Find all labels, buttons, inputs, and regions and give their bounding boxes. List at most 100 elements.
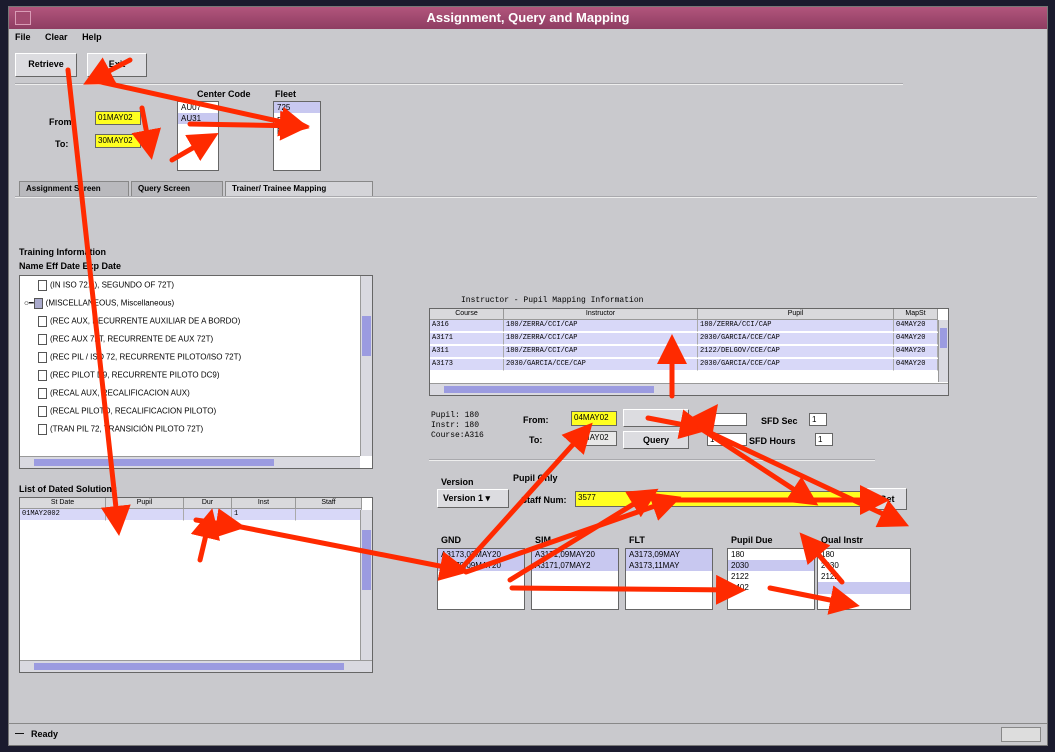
table-cell[interactable]: 01MAY2002 — [20, 509, 106, 521]
query-button[interactable]: Query — [623, 431, 689, 449]
tree-item[interactable]: (RECAL AUX, RECALIFICACION AUX) — [38, 388, 190, 399]
tree-item[interactable]: (REC PILOT D9, RECURRENTE PILOTO DC9) — [38, 370, 220, 381]
list-item[interactable]: A3173,09MAY — [626, 549, 712, 560]
list-item[interactable]: 2030 — [728, 560, 814, 571]
exit-button[interactable]: Exit — [87, 53, 147, 77]
gnd-list[interactable]: A3173,03MAY20 A3170,09MAY20 — [437, 548, 525, 610]
mapping-hscrollbar[interactable] — [430, 383, 948, 395]
qual-instr-list[interactable]: 180 2030 2122 — [817, 548, 911, 610]
course-info: Course:A316 — [431, 431, 484, 440]
detail-to-field[interactable]: 04MAY02 — [571, 431, 617, 446]
table-cell[interactable] — [184, 509, 232, 521]
column-header[interactable]: Inst — [232, 498, 296, 509]
column-header[interactable]: Staff — [296, 498, 362, 509]
staff-num-field[interactable]: 3577 — [575, 491, 865, 507]
mapping-cell[interactable]: 2122/DELGOV/CCE/CAP — [698, 346, 894, 358]
status-text: Ready — [31, 729, 59, 739]
tree-item[interactable]: ○━ (MISCELLANEOUS, Miscellaneous) — [24, 298, 174, 309]
from-date-field[interactable]: 01MAY02 — [95, 111, 141, 125]
mapping-cell[interactable]: A316 — [430, 320, 504, 332]
mapping-cell[interactable]: 180/ZERRA/CCI/CAP — [504, 346, 698, 358]
column-header[interactable]: Dur — [184, 498, 232, 509]
menu-file[interactable]: File — [9, 29, 37, 45]
list-item[interactable]: A3171,09MAY20 — [532, 549, 618, 560]
list-item[interactable]: 180 — [818, 549, 910, 560]
table-cell[interactable]: 1 — [232, 509, 296, 521]
center-code-item[interactable]: AU07 — [178, 102, 218, 113]
mapping-cell[interactable]: 04MAY20 — [894, 320, 938, 332]
blank-button[interactable] — [623, 409, 689, 427]
small-field[interactable]: 1 — [707, 413, 747, 426]
mapping-cell[interactable]: 2030/GARCIA/CCE/CAP — [698, 359, 894, 371]
tab-assignment[interactable]: Assignment Screen — [19, 181, 129, 197]
center-code-list[interactable]: AU07 AU31 — [177, 101, 219, 171]
mapping-cell[interactable]: A3171 — [430, 333, 504, 345]
dated-solutions-table[interactable]: St Date Pupil Dur Inst Staff 01MAY2002 1 — [19, 497, 373, 673]
menu-clear[interactable]: Clear — [39, 29, 74, 45]
tree-vscrollbar[interactable] — [360, 276, 372, 456]
center-code-item[interactable]: AU31 — [178, 113, 218, 124]
list-item[interactable]: 2122 — [728, 571, 814, 582]
list-item[interactable]: A3170,09MAY20 — [438, 560, 524, 571]
get-button[interactable]: Get — [867, 488, 907, 510]
dated-hscrollbar[interactable] — [20, 660, 372, 672]
column-header[interactable]: Course — [430, 309, 504, 320]
training-tree[interactable]: (IN ISO 72...), SEGUNDO OF 72T) ○━ (MISCE… — [19, 275, 373, 469]
tree-item[interactable]: (REC PIL / ISO 72, RECURRENTE PILOTO/ISO… — [38, 352, 241, 363]
table-cell[interactable] — [296, 509, 362, 521]
list-item[interactable]: 2402 — [728, 582, 814, 593]
menu-help[interactable]: Help — [76, 29, 108, 45]
column-header[interactable]: St Date — [20, 498, 106, 509]
dated-vscrollbar[interactable] — [360, 510, 372, 660]
fleet-item[interactable]: 725 — [274, 102, 320, 113]
tree-item[interactable]: (TRAN PIL 72, TRANSICIÓN PILOTO 72T) — [38, 424, 203, 435]
retrieve-button[interactable]: Retrieve — [15, 53, 77, 77]
tab-query[interactable]: Query Screen — [131, 181, 223, 197]
tree-item[interactable]: (REC AUX, RECURRENTE AUXILIAR DE A BORDO… — [38, 316, 240, 327]
mapping-cell[interactable]: A3173 — [430, 359, 504, 371]
fleet-item[interactable]: D95 — [274, 126, 320, 137]
table-cell[interactable] — [106, 509, 184, 521]
list-item[interactable] — [818, 582, 910, 594]
column-header[interactable]: MapSt — [894, 309, 938, 320]
to-date-field[interactable]: 30MAY02 — [95, 134, 141, 148]
main-window: Assignment, Query and Mapping File Clear… — [8, 6, 1048, 746]
mapping-vscrollbar[interactable] — [938, 320, 948, 382]
column-header[interactable]: Instructor — [504, 309, 698, 320]
sim-list[interactable]: A3171,09MAY20 A3171,07MAY2 — [531, 548, 619, 610]
detail-from-field[interactable]: 04MAY02 — [571, 411, 617, 426]
sfd-sec-field[interactable]: 1 — [809, 413, 827, 426]
version-select[interactable]: Version 1 ▾ — [437, 489, 509, 508]
list-item[interactable]: A3173,11MAY — [626, 560, 712, 571]
tab-mapping[interactable]: Trainer/ Trainee Mapping — [225, 181, 373, 197]
tree-item[interactable]: (IN ISO 72...), SEGUNDO OF 72T) — [38, 280, 174, 291]
mapping-cell[interactable]: A311 — [430, 346, 504, 358]
list-item[interactable]: 2030 — [818, 560, 910, 571]
list-item[interactable]: A3173,03MAY20 — [438, 549, 524, 560]
tree-item[interactable]: (RECAL PILOTO, RECALIFICACION PILOTO) — [38, 406, 216, 417]
tree-hscrollbar[interactable] — [20, 456, 360, 468]
column-header[interactable]: Pupil — [106, 498, 184, 509]
list-item[interactable]: 2122 — [818, 571, 910, 582]
pupil-due-list[interactable]: 180 2030 2122 2402 — [727, 548, 815, 610]
mapping-cell[interactable]: 180/ZERRA/CCI/CAP — [504, 320, 698, 332]
mapping-table[interactable]: Course Instructor Pupil MapSt A316 180/ZE… — [429, 308, 949, 396]
mapping-cell[interactable]: 04MAY20 — [894, 333, 938, 345]
mapping-cell[interactable]: 180/ZERRA/CCI/CAP — [504, 333, 698, 345]
fleet-item[interactable]: D03 — [274, 115, 320, 126]
mapping-cell[interactable]: 2030/GARCIA/CCE/CAP — [698, 333, 894, 345]
list-item[interactable]: 180 — [728, 549, 814, 560]
column-header[interactable]: Pupil — [698, 309, 894, 320]
menu-bar: File Clear Help — [9, 29, 1047, 47]
list-item[interactable]: A3171,07MAY2 — [532, 560, 618, 571]
sfd-hours-field[interactable]: 1 — [815, 433, 833, 446]
flt-list[interactable]: A3173,09MAY A3173,11MAY — [625, 548, 713, 610]
mapping-cell[interactable]: 04MAY20 — [894, 359, 938, 371]
mapping-cell[interactable]: 180/ZERRA/CCI/CAP — [698, 320, 894, 332]
mapping-cell[interactable]: 04MAY20 — [894, 346, 938, 358]
fleet-list[interactable]: 725 D03 D95 — [273, 101, 321, 171]
small-field-2[interactable]: 1 — [707, 433, 747, 446]
mapping-cell[interactable]: 2030/GARCIA/CCE/CAP — [504, 359, 698, 371]
tree-item[interactable]: (REC AUX 72T, RECURRENTE DE AUX 72T) — [38, 334, 213, 345]
window-menu-button[interactable] — [15, 11, 31, 25]
